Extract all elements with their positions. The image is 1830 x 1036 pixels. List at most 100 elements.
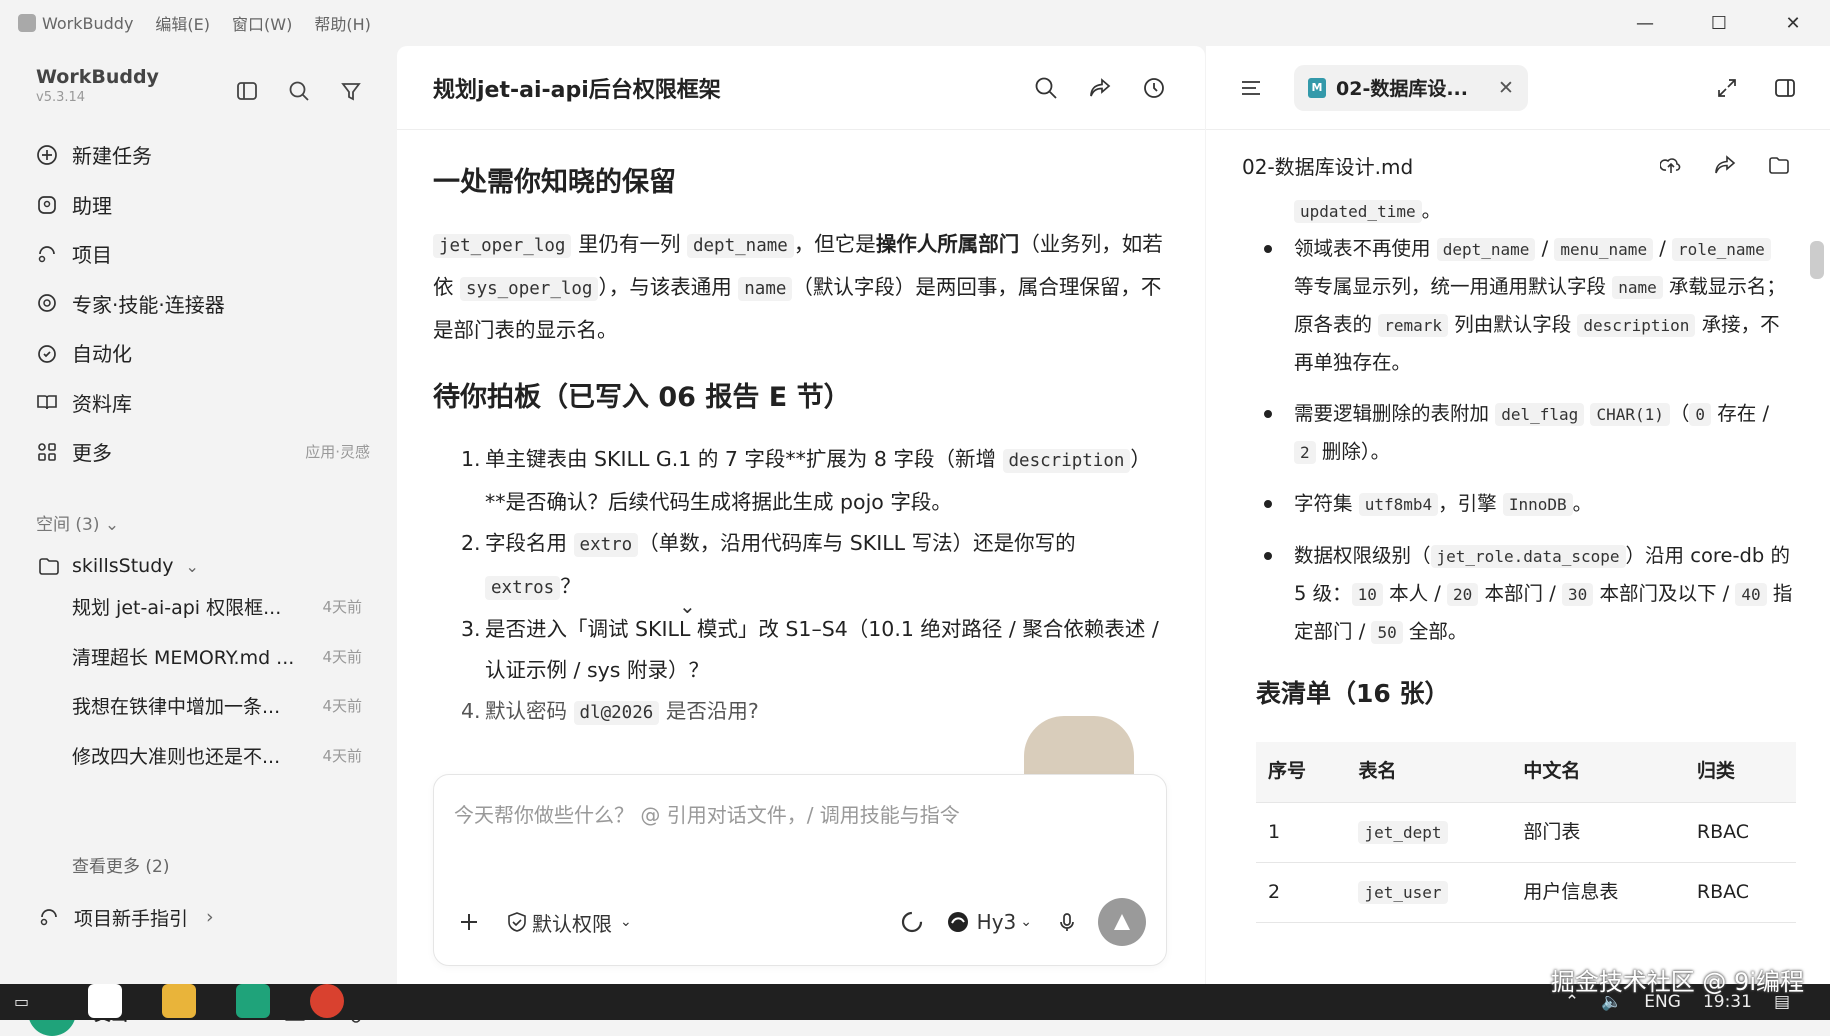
task-date: 4天前 xyxy=(322,647,362,666)
minimize-icon[interactable]: — xyxy=(1608,0,1682,46)
taskbar-app-explorer-icon[interactable] xyxy=(162,984,196,1018)
shield-check-icon xyxy=(502,907,532,937)
task-view-icon[interactable]: ▭ xyxy=(14,992,29,1011)
close-icon[interactable]: ✕ xyxy=(1756,0,1830,46)
sidebar-item-assistant[interactable]: 助理 xyxy=(30,180,370,230)
menu-icon[interactable] xyxy=(1236,73,1266,103)
task-item[interactable]: 清理超长 MEMORY.md ... 4天前 xyxy=(72,632,362,682)
task-item[interactable]: 规划 jet-ai-api 权限框... 4天前 xyxy=(72,582,362,632)
folder-skillsstudy[interactable]: skillsStudy ⌄ xyxy=(36,551,199,581)
view-more-link[interactable]: 查看更多 (2) xyxy=(72,852,169,877)
text: （ xyxy=(1669,402,1690,425)
inline-code: name xyxy=(1612,276,1663,299)
filter-icon[interactable] xyxy=(336,76,366,106)
taskbar-app-chrome-icon[interactable] xyxy=(310,984,344,1018)
titlebar: WorkBuddy 编辑(E) 窗口(W) 帮助(H) — ☐ ✕ xyxy=(0,0,1830,46)
table-cell: 2 xyxy=(1256,862,1347,923)
send-arrow-icon xyxy=(1114,914,1130,930)
search-icon[interactable] xyxy=(1031,73,1061,103)
table-cell: RBAC xyxy=(1684,802,1796,863)
list-num: 2. xyxy=(461,531,481,555)
document-panel: M 02-数据库设... ✕ 02-数据库设计.md updated_time 。… xyxy=(1206,46,1830,984)
inline-code: 50 xyxy=(1371,621,1403,644)
text: 本人 / xyxy=(1382,582,1448,605)
sidebar-item-more[interactable]: 更多 应用·灵感 xyxy=(30,427,370,477)
microphone-icon[interactable] xyxy=(1052,907,1082,937)
table-row: 2 jet_user 用户信息表 RBAC xyxy=(1256,862,1796,923)
taskbar-app-typora-icon[interactable] xyxy=(88,984,122,1018)
panel-toggle-icon[interactable] xyxy=(1770,73,1800,103)
brand-version: v5.3.14 xyxy=(36,90,86,105)
inline-code: del_flag xyxy=(1495,403,1585,426)
list-num: 4. xyxy=(461,699,481,723)
close-icon[interactable]: ✕ xyxy=(1498,77,1514,99)
text: 里仍有一列 xyxy=(571,232,687,256)
history-icon[interactable] xyxy=(1139,73,1169,103)
menu-help[interactable]: 帮助(H) xyxy=(314,11,371,35)
nav-label: 项目 xyxy=(72,243,112,268)
inline-code: 20 xyxy=(1447,583,1479,606)
chat-header: 规划jet-ai-api后台权限框架 xyxy=(397,46,1205,130)
folder-icon xyxy=(36,551,62,581)
search-icon[interactable] xyxy=(284,76,314,106)
expand-icon[interactable] xyxy=(1712,73,1742,103)
text: ，引擎 xyxy=(1438,492,1503,515)
model-select[interactable]: Hy3 ⌄ xyxy=(897,907,1082,937)
upload-icon[interactable] xyxy=(1656,150,1686,180)
bullet-list: 领域表不再使用 dept_name / menu_name / role_nam… xyxy=(1256,230,1796,651)
text: 本部门及以下 / xyxy=(1593,582,1736,605)
space-header[interactable]: 空间 (3) ⌄ xyxy=(36,510,119,535)
chevron-right-icon: › xyxy=(206,906,214,928)
inline-code: dept_name xyxy=(1436,238,1536,261)
list-item: 1. 单主键表由 SKILL G.1 的 7 字段**扩展为 8 字段（新增 de… xyxy=(461,439,1171,523)
share-icon[interactable] xyxy=(1710,150,1740,180)
taskbar-app-workbuddy-icon[interactable] xyxy=(236,984,270,1018)
sidebar: WorkBuddy v5.3.14 新建任务 助理 项目 专家·技能·连接器 自… xyxy=(0,46,397,1036)
inline-code: extros xyxy=(485,576,561,600)
inline-code: 30 xyxy=(1561,583,1594,606)
app-name: WorkBuddy xyxy=(42,13,134,33)
inline-code: updated_time xyxy=(1294,200,1422,223)
nav-label: 专家·技能·连接器 xyxy=(72,292,225,317)
task-item[interactable]: 我想在铁律中增加一条... 4天前 xyxy=(72,681,362,731)
watermark: 掘金技术社区 @ 9i编程 xyxy=(1550,968,1804,996)
scroll-down-icon[interactable]: ⌄ xyxy=(679,594,696,618)
inline-code: name xyxy=(738,277,793,301)
plus-icon[interactable] xyxy=(454,907,484,937)
composer[interactable]: 今天帮你做些什么？ @ 引用对话文件，/ 调用技能与指令 默认权限 ⌄ Hy3 … xyxy=(433,774,1167,966)
inline-code: CHAR(1) xyxy=(1590,403,1670,426)
bold-text: 操作人所属部门 xyxy=(875,232,1020,256)
scrollbar[interactable] xyxy=(1810,241,1824,279)
task-item[interactable]: 修改四大准则也还是不... 4天前 xyxy=(72,731,362,781)
permission-select[interactable]: 默认权限 ⌄ xyxy=(502,907,632,937)
share-icon[interactable] xyxy=(1085,73,1115,103)
sidebar-item-new-task[interactable]: 新建任务 xyxy=(30,130,370,180)
inline-code: utf8mb4 xyxy=(1358,493,1439,516)
composer-input[interactable]: 今天帮你做些什么？ @ 引用对话文件，/ 调用技能与指令 xyxy=(454,799,960,828)
maximize-icon[interactable]: ☐ xyxy=(1682,0,1756,46)
mascot-image xyxy=(1024,716,1134,778)
inline-code: remark xyxy=(1378,314,1448,337)
menu-edit[interactable]: 编辑(E) xyxy=(155,11,210,35)
project-guide[interactable]: 项目新手指引 › xyxy=(36,902,214,932)
chevron-down-icon: ⌄ xyxy=(104,515,120,535)
menu-window[interactable]: 窗口(W) xyxy=(232,11,292,35)
sidebar-toggle-icon[interactable] xyxy=(232,76,262,106)
tab-database-design[interactable]: M 02-数据库设... ✕ xyxy=(1294,64,1528,111)
text: 删除）。 xyxy=(1315,440,1391,463)
nav-label: 更多 xyxy=(72,441,112,466)
heading-reserved: 一处需你知晓的保留 xyxy=(433,167,676,198)
nav-extra[interactable]: 应用·灵感 xyxy=(305,441,370,462)
text: ，但它是 xyxy=(793,232,876,256)
folder-icon[interactable] xyxy=(1764,150,1794,180)
sidebar-item-library[interactable]: 资料库 xyxy=(30,378,370,428)
sidebar-item-experts[interactable]: 专家·技能·连接器 xyxy=(30,279,370,329)
sidebar-item-automation[interactable]: 自动化 xyxy=(30,328,370,378)
table-header-cell: 表名 xyxy=(1346,742,1512,803)
task-list: 规划 jet-ai-api 权限框... 4天前 清理超长 MEMORY.md .… xyxy=(72,582,362,780)
sidebar-item-project[interactable]: 项目 xyxy=(30,229,370,279)
task-title: 修改四大准则也还是不... xyxy=(72,745,281,768)
send-button[interactable] xyxy=(1098,898,1146,946)
text: 等专属显示列，统一用通用默认字段 xyxy=(1294,275,1613,298)
text: 存在 / xyxy=(1711,402,1770,425)
